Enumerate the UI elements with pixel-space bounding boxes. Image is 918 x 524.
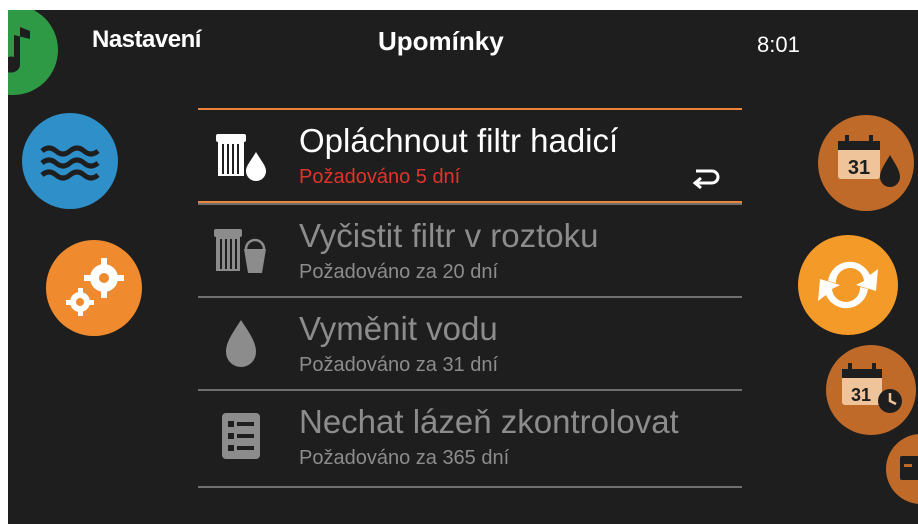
- water-drop-icon: [212, 314, 270, 372]
- reminder-title: Nechat lázeň zkontrolovat: [299, 403, 679, 440]
- calendar-icon[interactable]: [886, 434, 918, 504]
- back-to-settings[interactable]: Nastavení: [92, 26, 201, 54]
- reminder-item-change-water[interactable]: Vyměnit vodu Požadováno za 31 dní: [198, 296, 742, 389]
- reminder-title: Vyměnit vodu: [299, 310, 498, 347]
- calendar-clock-icon[interactable]: 31: [826, 345, 916, 435]
- calendar-clock-day-label: 31: [851, 385, 871, 405]
- clock: 8:01: [757, 32, 800, 57]
- refresh-icon[interactable]: [798, 235, 898, 335]
- filter-drop-icon: [212, 126, 270, 184]
- checklist-icon: [212, 407, 270, 465]
- page-title: Upomínky: [378, 26, 504, 56]
- reminder-item-rinse-filter[interactable]: Opláchnout filtr hadicí Požadováno 5 dní: [198, 108, 742, 203]
- reminder-title: Opláchnout filtr hadicí: [299, 122, 619, 159]
- return-icon[interactable]: [690, 162, 720, 192]
- screen: Nastavení Upomínky 8:01 31 31 Opláchnout…: [8, 10, 918, 524]
- reminder-title: Vyčistit filtr v roztoku: [299, 217, 599, 254]
- list-divider: [198, 486, 742, 488]
- reminder-due: Požadováno za 20 dní: [299, 261, 499, 283]
- calendar-drop-icon[interactable]: 31: [818, 115, 914, 211]
- reminder-due: Požadováno za 31 dní: [299, 354, 499, 376]
- reminder-due: Požadováno za 365 dní: [299, 447, 510, 469]
- reminder-list: Opláchnout filtr hadicí Požadováno 5 dní: [198, 108, 742, 482]
- reminder-item-clean-filter[interactable]: Vyčistit filtr v roztoku Požadováno za 2…: [198, 203, 742, 296]
- music-icon[interactable]: [8, 10, 58, 95]
- calendar-day-label: 31: [848, 157, 870, 179]
- reminder-item-spa-check[interactable]: Nechat lázeň zkontrolovat Požadováno za …: [198, 389, 742, 482]
- settings-gears-icon[interactable]: [46, 240, 142, 336]
- reminder-due: Požadováno 5 dní: [299, 166, 461, 188]
- pool-water-icon[interactable]: [22, 113, 118, 209]
- filter-bucket-icon: [212, 221, 270, 279]
